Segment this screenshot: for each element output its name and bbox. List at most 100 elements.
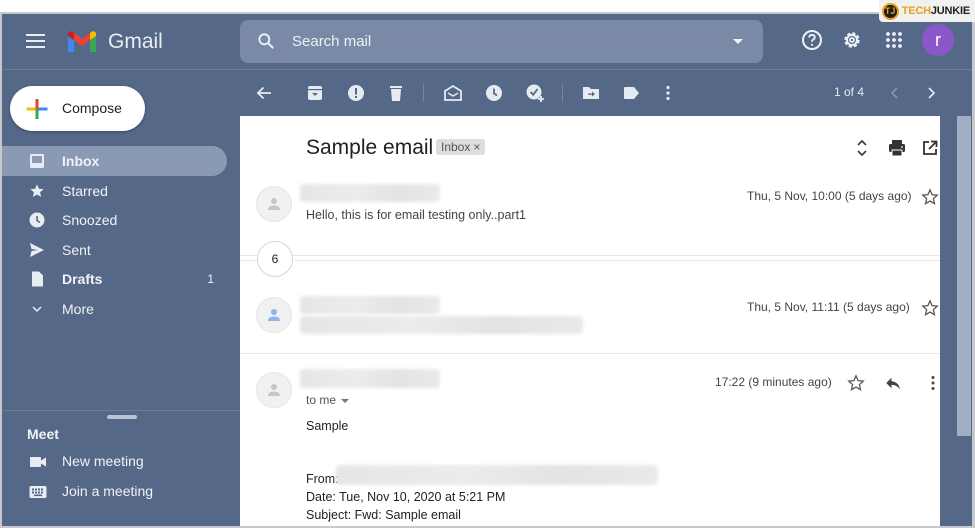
- compose-plus-icon: [26, 99, 48, 119]
- add-to-tasks-button[interactable]: [524, 82, 546, 104]
- delete-button[interactable]: [385, 82, 407, 104]
- chevron-down-icon: [32, 306, 42, 313]
- mark-unread-button[interactable]: [442, 82, 464, 104]
- archive-icon: [308, 86, 322, 100]
- back-button[interactable]: [253, 82, 275, 104]
- star-icon: [30, 183, 44, 197]
- toolbar-separator: [423, 84, 424, 102]
- help-icon[interactable]: [800, 28, 824, 52]
- settings-icon[interactable]: [840, 28, 864, 52]
- compose-button[interactable]: Compose: [10, 86, 145, 131]
- sender-avatar[interactable]: [256, 372, 292, 408]
- add-task-icon: [526, 84, 544, 102]
- sender-name-redacted: [300, 369, 440, 388]
- search-input[interactable]: Search mail: [292, 33, 371, 50]
- newer-button[interactable]: [884, 82, 906, 104]
- snooze-button[interactable]: [483, 82, 505, 104]
- collapsed-divider: [240, 255, 940, 256]
- person-icon: [268, 309, 280, 321]
- report-spam-icon: [348, 85, 364, 101]
- sidebar-item-drafts[interactable]: Drafts 1: [2, 264, 227, 294]
- email-subject: Sample email: [306, 136, 434, 159]
- sidebar-item-starred[interactable]: Starred: [2, 176, 227, 206]
- sender-avatar[interactable]: [256, 297, 292, 333]
- sender-name-redacted: [300, 296, 440, 314]
- techjunkie-watermark: TJ TECHJUNKIE: [878, 0, 975, 22]
- recipient-details-toggle[interactable]: to me: [306, 393, 350, 407]
- collapsed-messages-count[interactable]: 6: [257, 241, 293, 277]
- sidebar-item-snoozed[interactable]: Snoozed: [2, 205, 227, 235]
- meet-section-resize-handle[interactable]: [107, 415, 137, 419]
- inbox-icon: [30, 154, 44, 168]
- sidebar-item-label: Starred: [62, 182, 108, 199]
- snooze-icon: [486, 85, 502, 101]
- message-snippet-redacted[interactable]: [300, 316, 583, 334]
- caret-down-icon: [341, 398, 350, 403]
- sidebar-divider: [2, 410, 240, 411]
- watermark-text: TECHJUNKIE: [902, 5, 971, 17]
- message-divider: [240, 353, 940, 354]
- new-meeting-label: New meeting: [62, 453, 144, 469]
- print-icon: [889, 140, 905, 157]
- sidebar-item-inbox[interactable]: Inbox: [2, 146, 227, 176]
- drafts-count: 1: [207, 272, 214, 287]
- remove-label-icon[interactable]: ×: [473, 140, 480, 154]
- to-me-label: to me: [306, 393, 337, 407]
- scrollbar-thumb[interactable]: [957, 116, 971, 436]
- sidebar-item-label: Drafts: [62, 271, 103, 288]
- account-avatar[interactable]: r: [922, 24, 954, 56]
- join-meeting-button[interactable]: Join a meeting: [2, 478, 232, 506]
- star-icon[interactable]: [921, 188, 939, 206]
- message-snippet[interactable]: Hello, this is for email testing only..p…: [306, 208, 526, 222]
- clock-icon: [29, 212, 45, 228]
- label-chip-text: Inbox: [441, 140, 471, 154]
- reply-icon[interactable]: [884, 374, 902, 392]
- person-icon: [268, 384, 280, 396]
- move-to-icon: [583, 87, 599, 99]
- label-button[interactable]: [620, 82, 642, 104]
- techjunkie-logo-icon: TJ: [881, 2, 899, 20]
- video-camera-icon: [30, 457, 46, 467]
- screenshot-frame: TJ TECHJUNKIE Gmail Search mail r Compos…: [0, 0, 975, 528]
- move-to-button[interactable]: [580, 82, 602, 104]
- sidebar-nav: Inbox Starred Snoozed Sent Drafts 1 More: [2, 146, 227, 324]
- sender-name-redacted: [300, 184, 440, 202]
- chevron-right-icon: [928, 87, 936, 99]
- report-spam-button[interactable]: [345, 82, 367, 104]
- sidebar-item-label: More: [62, 300, 94, 317]
- more-vert-icon: [666, 85, 670, 101]
- star-icon[interactable]: [847, 374, 865, 392]
- send-icon: [30, 242, 44, 257]
- search-icon[interactable]: [256, 31, 276, 51]
- expand-all-button[interactable]: [852, 138, 872, 158]
- inbox-label-chip: Inbox ×: [436, 139, 486, 155]
- older-button[interactable]: [920, 82, 942, 104]
- conversation-pane: Sample email Inbox × Hello, this is for e…: [240, 116, 940, 526]
- sidebar-item-sent[interactable]: Sent: [2, 235, 227, 265]
- sidebar-item-more[interactable]: More: [2, 294, 227, 324]
- search-bar[interactable]: Search mail: [240, 20, 763, 63]
- draft-icon: [32, 271, 43, 287]
- more-options-button[interactable]: [657, 82, 679, 104]
- person-icon: [268, 198, 280, 210]
- print-all-button[interactable]: [887, 138, 907, 158]
- forwarded-subject-line: Subject: Fwd: Sample email: [306, 508, 461, 522]
- app-name: Gmail: [108, 30, 163, 53]
- sidebar-item-label: Snoozed: [62, 212, 118, 229]
- apps-icon[interactable]: [882, 28, 906, 52]
- sidebar-item-label: Inbox: [62, 153, 100, 169]
- message-toolbar: 1 of 4: [240, 70, 972, 116]
- gmail-logo[interactable]: Gmail: [66, 30, 163, 54]
- search-options-dropdown-icon[interactable]: [733, 39, 743, 44]
- forwarded-from-redacted: [336, 465, 658, 485]
- message-body-greeting: Sample: [306, 419, 349, 433]
- menu-icon[interactable]: [26, 34, 45, 48]
- star-icon[interactable]: [921, 299, 939, 317]
- archive-button[interactable]: [304, 82, 326, 104]
- message-date: 17:22 (9 minutes ago): [715, 375, 832, 389]
- sender-avatar[interactable]: [256, 186, 292, 222]
- open-in-new-window-button[interactable]: [920, 138, 940, 158]
- collapsed-divider: [240, 260, 940, 261]
- meet-section-title: Meet: [27, 426, 59, 442]
- new-meeting-button[interactable]: New meeting: [2, 448, 232, 476]
